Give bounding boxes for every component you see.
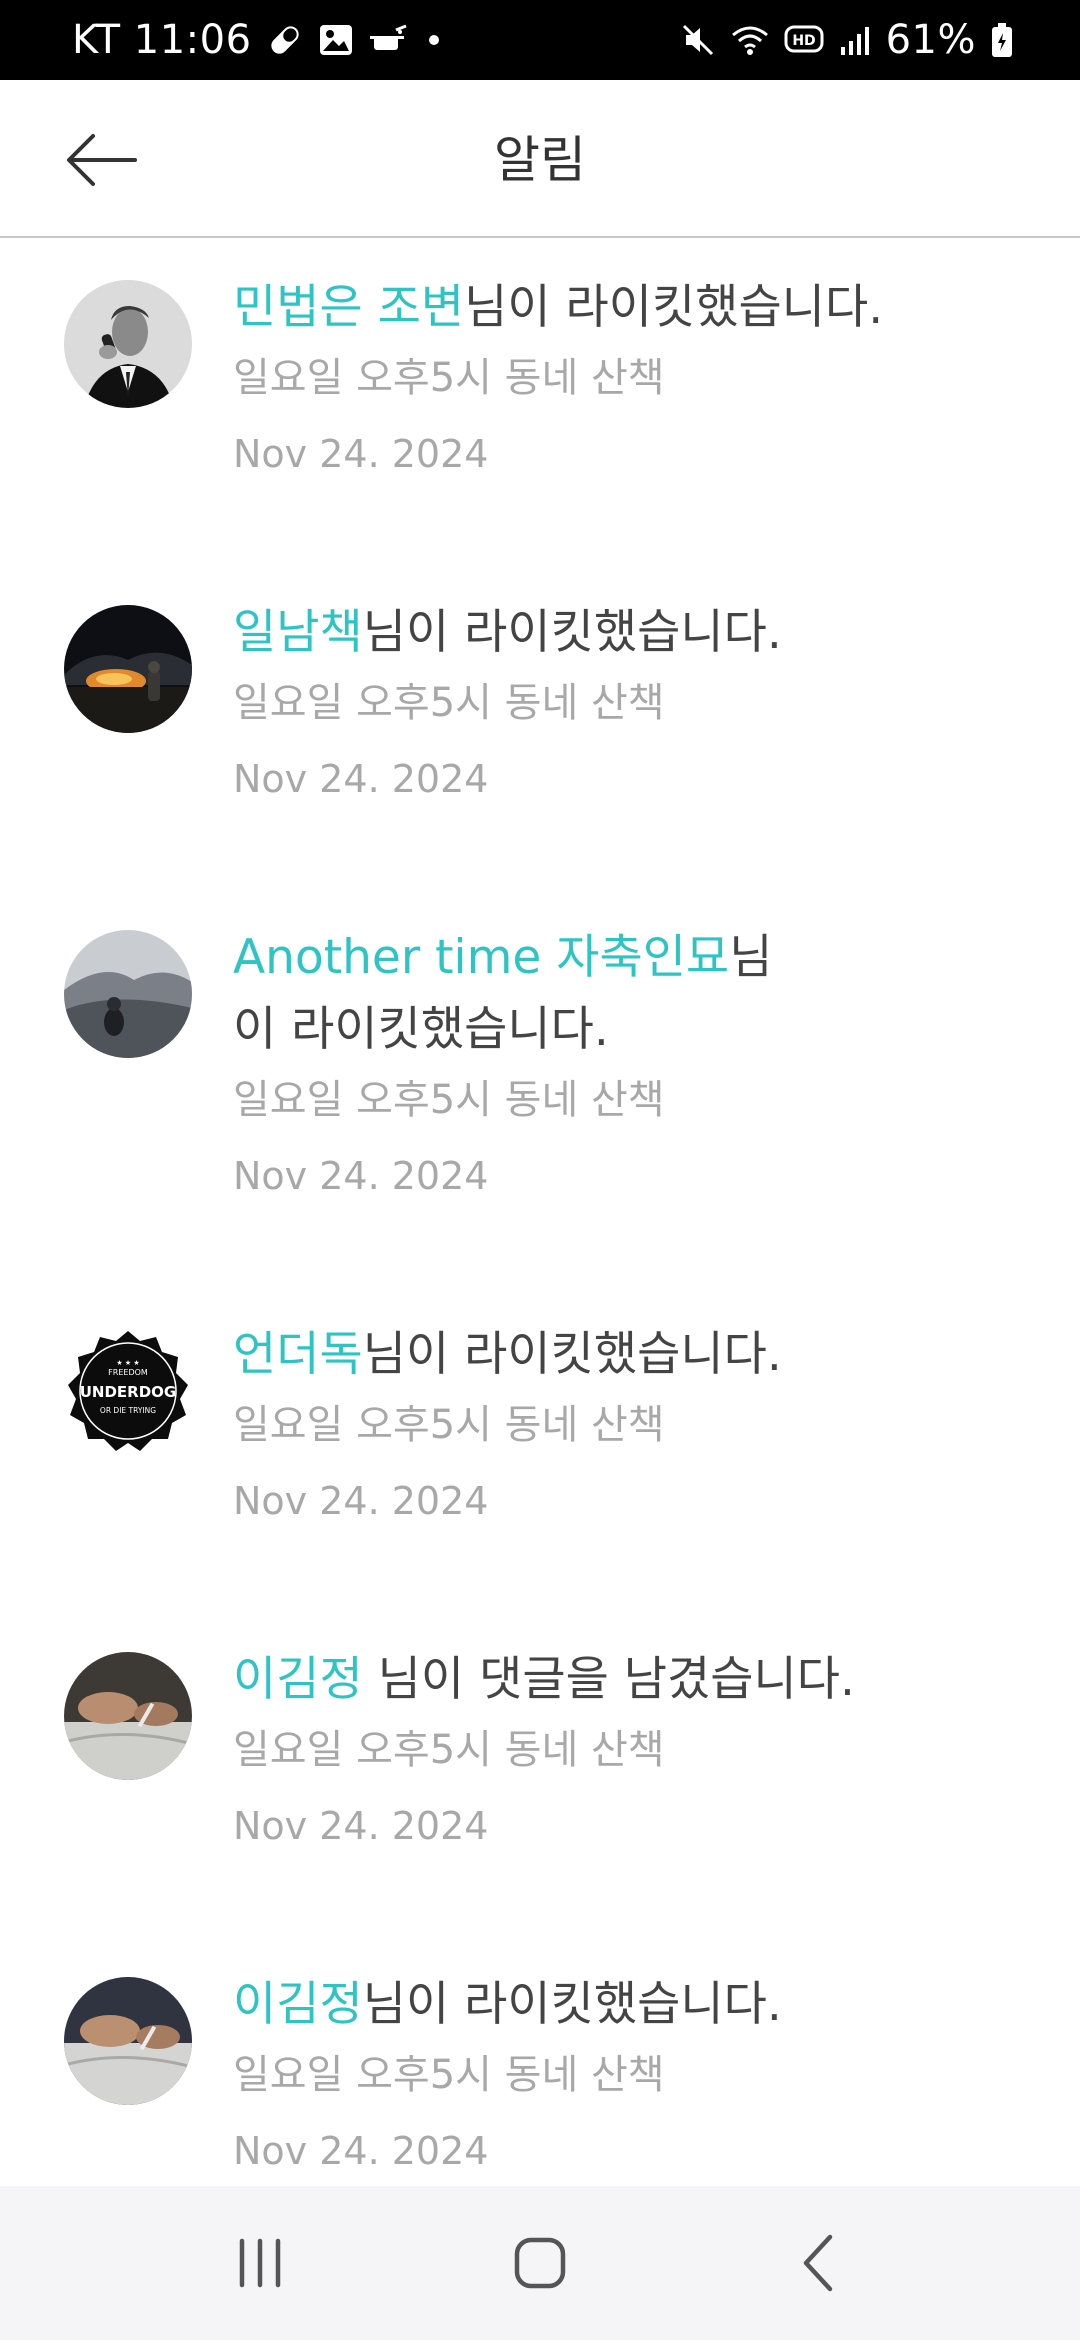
mute-icon <box>680 22 716 58</box>
notification-date: Nov 24. 2024 <box>233 1154 489 1198</box>
signal-icon <box>838 23 872 57</box>
notification-message: Another time 자축인묘님이 라이킷했습니다. <box>233 922 793 1066</box>
notification-message: 이김정님이 라이킷했습니다. <box>233 1969 1033 2041</box>
notification-item[interactable]: FREEDOM UNDERDOG OR DIE TRYING ★ ★ ★ 언더독… <box>0 1287 1080 1612</box>
battery-percent: 61% <box>885 17 976 63</box>
avatar-logo-middle: UNDERDOG <box>80 1383 177 1401</box>
notification-date: Nov 24. 2024 <box>233 432 489 476</box>
status-bar: KT 11:06 HD 61% <box>0 0 1080 80</box>
notification-item[interactable]: 이김정님이 라이킷했습니다. 일요일 오후5시 동네 산책 Nov 24. 20… <box>0 1937 1080 2185</box>
notification-action-text: 님이 라이킷했습니다. <box>362 1327 782 1382</box>
avatar[interactable] <box>64 605 192 733</box>
post-title: 일요일 오후5시 동네 산책 <box>233 680 665 726</box>
user-name-link[interactable]: 일남책 <box>233 605 363 660</box>
notification-content: 이김정 님이 댓글을 남겼습니다. 일요일 오후5시 동네 산책 Nov 24.… <box>233 1644 1040 1854</box>
system-back-button[interactable] <box>760 2213 880 2313</box>
notification-action-text: 님이 라이킷했습니다. <box>464 280 884 335</box>
pill-icon <box>266 21 304 59</box>
notification-content: 언더독님이 라이킷했습니다. 일요일 오후5시 동네 산책 Nov 24. 20… <box>233 1319 1040 1529</box>
recent-apps-icon <box>239 2238 281 2288</box>
home-icon <box>514 2237 566 2289</box>
notification-action-text: 님이 라이킷했습니다. <box>362 605 782 660</box>
item-spacer <box>0 1215 1080 1287</box>
page-title: 알림 <box>494 131 586 189</box>
status-right: HD 61% <box>680 17 1014 63</box>
avatar[interactable] <box>64 930 192 1058</box>
post-title: 일요일 오후5시 동네 산책 <box>233 355 665 401</box>
notification-date: Nov 24. 2024 <box>233 1479 489 1523</box>
post-title: 일요일 오후5시 동네 산책 <box>233 1727 665 1773</box>
battery-icon <box>990 21 1014 59</box>
svg-text:HD: HD <box>792 33 815 49</box>
notification-item[interactable]: 일남책님이 라이킷했습니다. 일요일 오후5시 동네 산책 Nov 24. 20… <box>0 565 1080 890</box>
svg-text:★ ★ ★: ★ ★ ★ <box>116 1359 139 1367</box>
notification-message: 이김정 님이 댓글을 남겼습니다. <box>233 1644 1033 1716</box>
notification-item[interactable]: 이김정 님이 댓글을 남겼습니다. 일요일 오후5시 동네 산책 Nov 24.… <box>0 1612 1080 1937</box>
system-nav-bar <box>0 2186 1080 2340</box>
user-name-link[interactable]: Another time 자축인묘 <box>233 930 729 985</box>
notification-item[interactable]: Another time 자축인묘님이 라이킷했습니다. 일요일 오후5시 동네… <box>0 890 1080 1215</box>
user-name-link[interactable]: 이김정 <box>233 1652 363 1707</box>
notification-date: Nov 24. 2024 <box>233 2129 489 2173</box>
avatar-logo-bottom: OR DIE TRYING <box>100 1406 156 1415</box>
notification-content: 이김정님이 라이킷했습니다. 일요일 오후5시 동네 산책 Nov 24. 20… <box>233 1969 1040 2179</box>
carrier-time: KT 11:06 <box>72 17 252 63</box>
post-title: 일요일 오후5시 동네 산책 <box>233 2052 665 2098</box>
home-button[interactable] <box>480 2213 600 2313</box>
notification-message: 언더독님이 라이킷했습니다. <box>233 1319 1033 1391</box>
avatar-logo-top: FREEDOM <box>108 1368 148 1377</box>
notification-content: Another time 자축인묘님이 라이킷했습니다. 일요일 오후5시 동네… <box>233 922 1040 1204</box>
notification-list: 민법은 조변님이 라이킷했습니다. 일요일 오후5시 동네 산책 Nov 24.… <box>0 240 1080 2185</box>
notification-date: Nov 24. 2024 <box>233 757 489 801</box>
avatar[interactable] <box>64 1977 192 2105</box>
notification-action-text: 님이 라이킷했습니다. <box>362 1977 782 2032</box>
avatar[interactable] <box>64 1652 192 1780</box>
back-icon <box>803 2234 833 2292</box>
notification-content: 민법은 조변님이 라이킷했습니다. 일요일 오후5시 동네 산책 Nov 24.… <box>233 272 1040 482</box>
user-name-link[interactable]: 언더독 <box>233 1327 363 1382</box>
recent-apps-button[interactable] <box>200 2213 320 2313</box>
post-title: 일요일 오후5시 동네 산책 <box>233 1077 665 1123</box>
hd-icon: HD <box>784 23 824 57</box>
notification-date: Nov 24. 2024 <box>233 1804 489 1848</box>
user-name-link[interactable]: 민법은 조변 <box>233 280 464 335</box>
post-title: 일요일 오후5시 동네 산책 <box>233 1402 665 1448</box>
avatar[interactable] <box>64 280 192 408</box>
wifi-icon <box>730 22 770 58</box>
user-name-link[interactable]: 이김정 <box>233 1977 363 2032</box>
notification-message: 민법은 조변님이 라이킷했습니다. <box>233 272 1033 344</box>
notification-message: 일남책님이 라이킷했습니다. <box>233 597 1033 669</box>
dot-icon <box>422 28 446 52</box>
status-left: KT 11:06 <box>72 17 446 63</box>
notification-content: 일남책님이 라이킷했습니다. 일요일 오후5시 동네 산책 Nov 24. 20… <box>233 597 1040 807</box>
image-icon <box>318 22 354 58</box>
notification-item[interactable]: 민법은 조변님이 라이킷했습니다. 일요일 오후5시 동네 산책 Nov 24.… <box>0 240 1080 565</box>
pot-icon <box>368 22 408 58</box>
avatar[interactable]: FREEDOM UNDERDOG OR DIE TRYING ★ ★ ★ <box>64 1327 192 1455</box>
notification-action-text: 님이 댓글을 남겼습니다. <box>362 1652 855 1707</box>
app-header: 알림 <box>0 80 1080 238</box>
